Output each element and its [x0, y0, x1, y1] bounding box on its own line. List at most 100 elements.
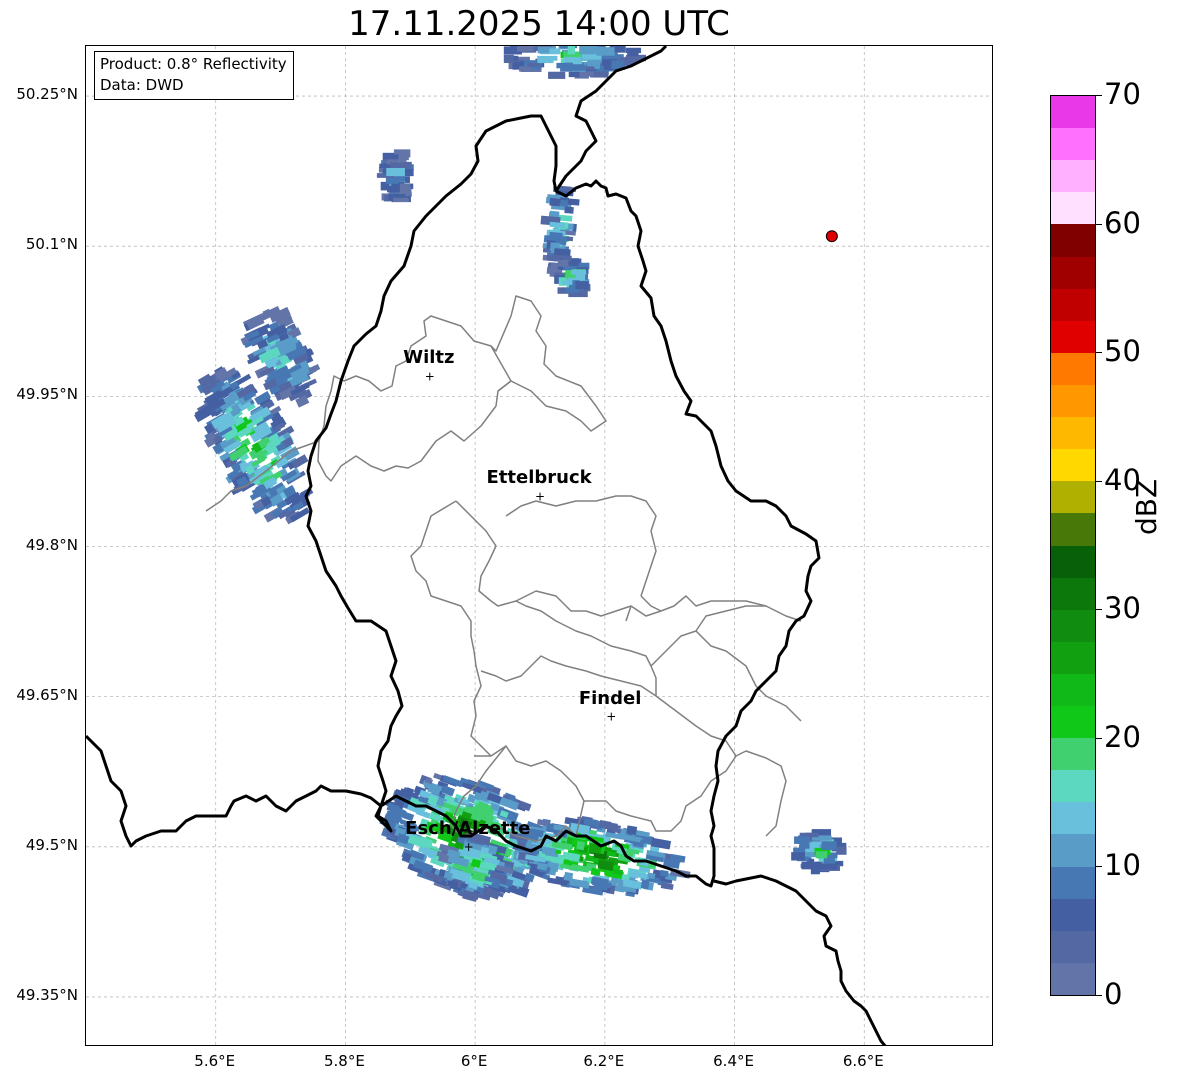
echo-cell: [597, 46, 606, 47]
echo-cell: [836, 846, 847, 855]
city-marker: +: [535, 489, 545, 503]
colorbar-tick-mark: [1096, 995, 1102, 996]
canton-border-diekirch: [490, 295, 607, 432]
city-label: Ettelbruck: [486, 467, 592, 489]
echo-cell: [815, 851, 828, 859]
echo-cell: [399, 183, 411, 189]
echo-cell: [393, 197, 409, 203]
colorbar-segment: [1051, 706, 1095, 739]
echo-cell: [537, 57, 554, 64]
echo-cell: [794, 836, 810, 844]
lat-tick-label: 49.8°N: [25, 535, 78, 554]
radar-site-marker: [825, 230, 838, 243]
colorbar-segment: [1051, 641, 1095, 675]
colorbar-segment: [1051, 866, 1095, 900]
colorbar-segment: [1051, 738, 1095, 771]
city-label: Findel: [578, 687, 642, 709]
colorbar-segment: [1051, 320, 1095, 354]
echo-cell: [791, 852, 805, 861]
product-label: Product: 0.8° Reflectivity: [100, 55, 287, 73]
colorbar-tick-mark: [1096, 737, 1102, 739]
colorbar-segment: [1051, 288, 1095, 322]
colorbar-segment: [1051, 449, 1095, 482]
echo-cell: [821, 841, 837, 850]
colorbar-segment: [1051, 930, 1095, 964]
colorbar-segment: [1051, 577, 1095, 611]
echo-cell: [387, 185, 400, 193]
colorbar-tick-label: 10: [1104, 848, 1141, 883]
colorbar-tick-label: 50: [1104, 334, 1141, 369]
colorbar-tick-label: 20: [1104, 719, 1141, 754]
echo-cell: [640, 879, 650, 890]
colorbar-segment: [1051, 384, 1095, 418]
echo-cell: [533, 46, 552, 47]
lon-tick-label: 5.6°E: [194, 1052, 236, 1070]
colorbar-tick-mark: [1096, 95, 1102, 96]
echo-cell: [819, 863, 838, 870]
canton-border-remich: [515, 600, 766, 696]
colorbar-tick-label: 0: [1104, 977, 1123, 1011]
canton-border-capellen: [410, 500, 475, 652]
graticule: [86, 46, 992, 1045]
colorbar-tick-mark: [1096, 480, 1102, 482]
colorbar-label: dBZ: [1130, 478, 1163, 535]
colorbar-segment: [1051, 417, 1095, 450]
city-label: Wiltz: [403, 347, 455, 369]
echo-cell: [571, 269, 582, 275]
echo-cell: [503, 54, 514, 63]
echo-cell: [385, 177, 399, 184]
echo-cell: [563, 871, 574, 882]
echo-cell: [596, 47, 615, 56]
echo-cell: [567, 46, 575, 55]
echo-cell: [549, 231, 563, 239]
echo-cell: [793, 847, 806, 853]
colorbar-segment: [1051, 224, 1095, 258]
data-source-label: Data: DWD: [100, 76, 184, 94]
colorbar-segment: [1051, 352, 1095, 386]
colorbar-segment: [1051, 609, 1095, 643]
echo-cell: [575, 281, 589, 290]
echo-cell: [660, 882, 674, 891]
echo-cell: [383, 154, 399, 160]
colorbar-segment: [1051, 256, 1095, 290]
lat-tick-label: 49.95°N: [16, 385, 78, 404]
lon-tick-label: 6.6°E: [842, 1052, 884, 1070]
echo-cell: [557, 259, 569, 267]
echo-cell: [563, 57, 583, 63]
colorbar-segment: [1051, 770, 1095, 803]
lat-tick-label: 49.35°N: [16, 985, 78, 1004]
echo-cell: [516, 46, 534, 52]
city-marker: +: [425, 369, 435, 383]
product-info-box: Product: 0.8° Reflectivity Data: DWD: [94, 51, 294, 100]
lon-tick-label: 6.2°E: [583, 1052, 625, 1070]
colorbar-segment: [1051, 802, 1095, 835]
echo-cell: [560, 199, 569, 207]
colorbar-segment: [1051, 128, 1095, 161]
city-marker: +: [464, 840, 474, 854]
echo-cell: [548, 71, 566, 79]
lat-tick-label: 50.25°N: [16, 85, 78, 104]
echo-cell: [576, 840, 586, 851]
country-border-west: [86, 734, 382, 848]
colorbar-tick-mark: [1096, 223, 1102, 225]
colorbar-tick-mark: [1096, 609, 1102, 611]
echo-cell: [549, 197, 561, 207]
colorbar-segment: [1051, 160, 1095, 193]
radar-map: + + + +: [85, 45, 993, 1046]
lon-tick-label: 6.4°E: [713, 1052, 754, 1070]
lat-tick-label: 49.5°N: [25, 835, 78, 854]
echo-cell: [580, 71, 594, 77]
colorbar-tick-label: 70: [1104, 77, 1141, 111]
colorbar-segment: [1051, 96, 1095, 129]
colorbar-segment: [1051, 192, 1095, 225]
colorbar-segment: [1051, 834, 1095, 868]
country-border-south: [713, 874, 887, 1045]
canton-border-mersch: [455, 500, 802, 622]
lat-tick-label: 49.65°N: [16, 685, 78, 704]
colorbar-segment: [1051, 962, 1095, 996]
colorbar-segment: [1051, 673, 1095, 707]
colorbar-segment: [1051, 898, 1095, 932]
echo-cell: [799, 843, 809, 849]
city-label: Esch/Alzette: [405, 817, 531, 839]
colorbar-tick-mark: [1096, 352, 1102, 354]
